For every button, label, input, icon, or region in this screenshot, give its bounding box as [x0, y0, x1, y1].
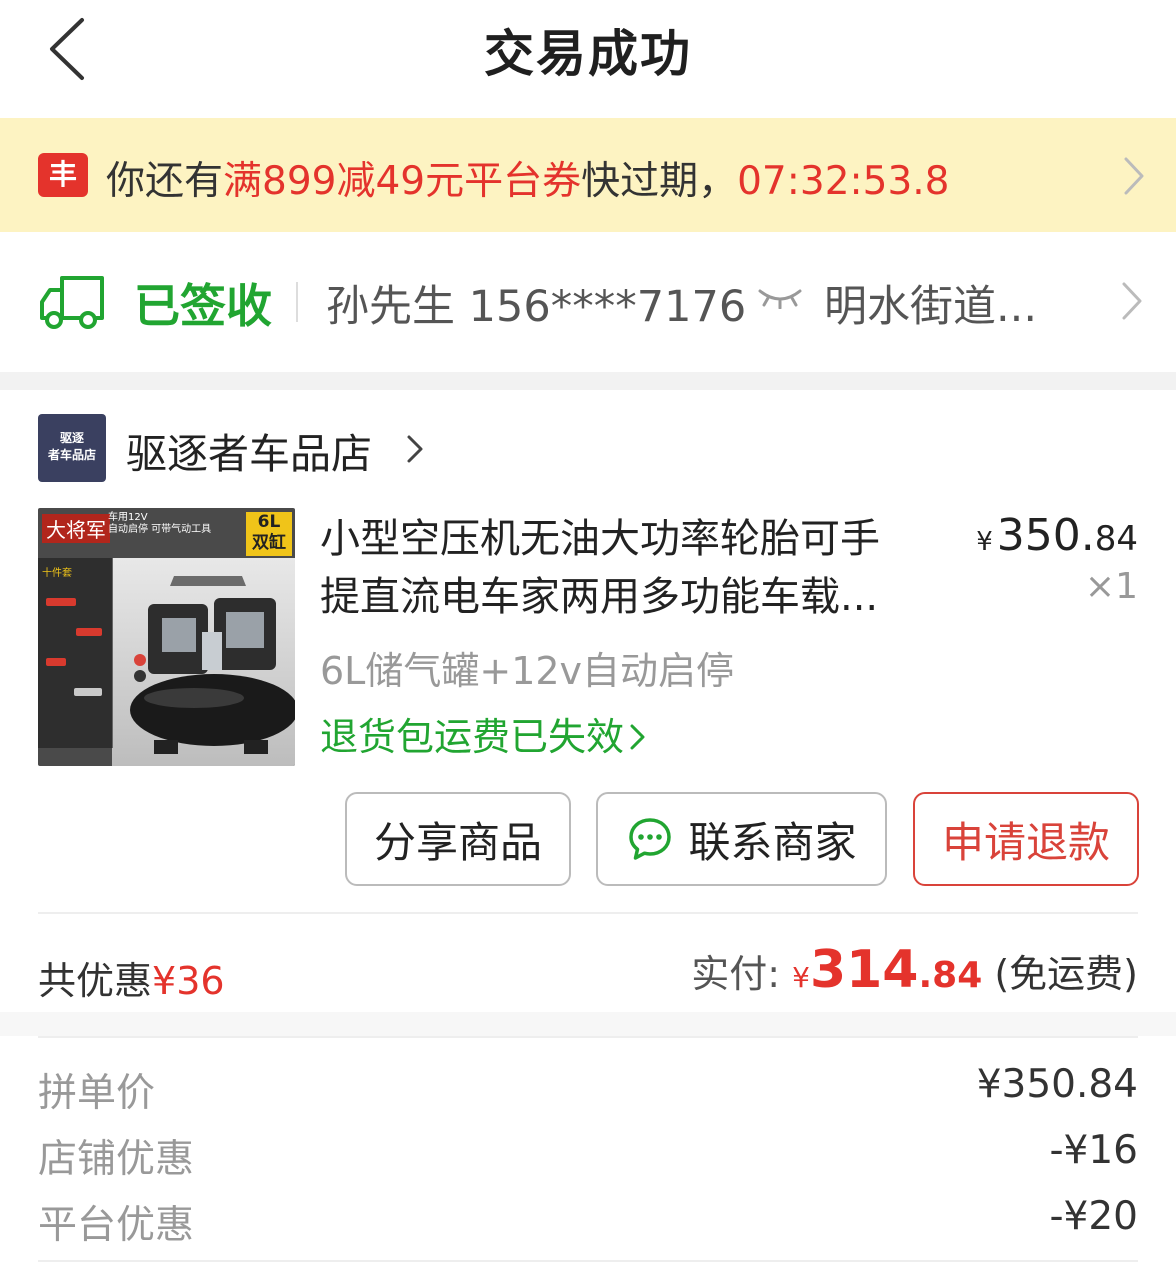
product-image-tag-2: 自动启停 可带气动工具	[108, 524, 212, 535]
coupon-chevron-right-icon[interactable]	[1116, 153, 1150, 199]
divider	[38, 1036, 1138, 1038]
paid-decimal: .84	[918, 955, 983, 996]
accessory-shape	[46, 598, 76, 606]
return-chevron-right-icon	[630, 724, 645, 750]
compressor-illustration	[130, 576, 295, 754]
product-name-line-1: 小型空压机无油大功率轮胎可手	[320, 516, 880, 562]
total-discount: 共优惠¥36	[38, 950, 225, 1005]
delivery-address: 明水街道...	[824, 282, 1038, 332]
recipient-info: 孙先生 156****7176	[326, 282, 747, 332]
store-logo[interactable]: 驱逐 者车品店	[38, 414, 106, 482]
detail-label-store-discount: 店铺优惠	[38, 1137, 195, 1182]
detail-label-platform-discount: 平台优惠	[38, 1203, 195, 1248]
divider	[38, 912, 1138, 914]
contact-merchant-button[interactable]: 联系商家	[596, 792, 887, 886]
store-logo-text-2: 者车品店	[47, 448, 96, 462]
page-title: 交易成功	[484, 25, 692, 83]
product-image-side-title: 十件套	[42, 568, 72, 579]
actual-paid: 实付: ¥314.84 (免运费)	[691, 940, 1138, 1000]
product-sku: 6L储气罐+12v自动启停	[320, 649, 735, 693]
share-product-label: 分享商品	[373, 817, 542, 867]
product-image-badge: 6L 双缸	[246, 512, 292, 556]
hidden-eye-icon[interactable]	[756, 285, 804, 309]
product-image-badge-1: 6L	[257, 512, 281, 532]
coupon-reminder-text: 你还有满899减49元平台券快过期，07:32:53.8	[106, 150, 949, 206]
product-image-brand: 大将军	[42, 514, 110, 543]
product-quantity: ×1	[1084, 566, 1138, 607]
section-gap	[0, 1012, 1176, 1036]
request-refund-button[interactable]: 申请退款	[913, 792, 1139, 886]
product-image-accessories-panel: 十件套	[38, 558, 113, 748]
coupon-countdown: 07:32:53.8	[737, 159, 950, 204]
accessory-shape	[46, 658, 66, 666]
store-chevron-right-icon[interactable]	[404, 432, 426, 466]
contact-merchant-label: 联系商家	[688, 817, 857, 867]
product-name-line-2: 提直流电车家两用多功能车载...	[320, 574, 879, 620]
product-name[interactable]: 小型空压机无油大功率轮胎可手 提直流电车家两用多功能车载...	[320, 510, 940, 626]
delivery-chevron-right-icon[interactable]	[1114, 278, 1148, 324]
price-integer: 350.	[996, 510, 1095, 561]
detail-value-group-price: ¥350.84	[976, 1062, 1138, 1107]
product-image[interactable]: 大将军 车用12V 自动启停 可带气动工具 6L 双缸 十件套	[38, 508, 295, 766]
share-product-button[interactable]: 分享商品	[345, 792, 571, 886]
detail-label-group-price: 拼单价	[38, 1071, 156, 1116]
paid-note: (免运费)	[982, 952, 1138, 996]
paid-label: 实付:	[691, 952, 793, 996]
store-logo-text-1: 驱逐	[59, 431, 84, 445]
header-bar: 交易成功	[0, 0, 1176, 118]
price-symbol: ¥	[976, 527, 993, 557]
accessory-shape	[76, 628, 102, 636]
delivery-status: 已签收	[134, 279, 272, 333]
coupon-prefix: 你还有	[106, 159, 224, 204]
total-discount-label: 共优惠	[38, 959, 153, 1003]
request-refund-label: 申请退款	[941, 817, 1110, 867]
product-image-tag-1: 车用12V	[108, 512, 148, 523]
truck-icon	[40, 276, 104, 329]
detail-value-platform-discount: -¥20	[1049, 1194, 1138, 1239]
return-shipping-note[interactable]: 退货包运费已失效	[320, 706, 648, 761]
chat-bubble-icon	[629, 818, 672, 860]
product-price: ¥350.84	[976, 510, 1138, 561]
return-shipping-text: 退货包运费已失效	[320, 715, 625, 759]
section-gap	[0, 372, 1176, 390]
price-decimal: 84	[1094, 519, 1138, 559]
product-image-badge-2: 双缸	[252, 533, 286, 553]
paid-integer: 314	[809, 940, 919, 1000]
accessory-shape	[74, 688, 102, 696]
divider	[296, 282, 298, 322]
coupon-icon: 丰	[38, 153, 88, 197]
coupon-name: 满899减49元平台券	[223, 159, 582, 204]
paid-symbol: ¥	[792, 961, 810, 994]
divider	[38, 1260, 1138, 1262]
product-image-tags: 车用12V 自动启停 可带气动工具	[108, 512, 248, 536]
total-discount-value: ¥36	[152, 959, 225, 1003]
detail-value-store-discount: -¥16	[1049, 1128, 1138, 1173]
coupon-suffix: 快过期，	[581, 159, 738, 204]
store-name[interactable]: 驱逐者车品店	[126, 420, 372, 480]
